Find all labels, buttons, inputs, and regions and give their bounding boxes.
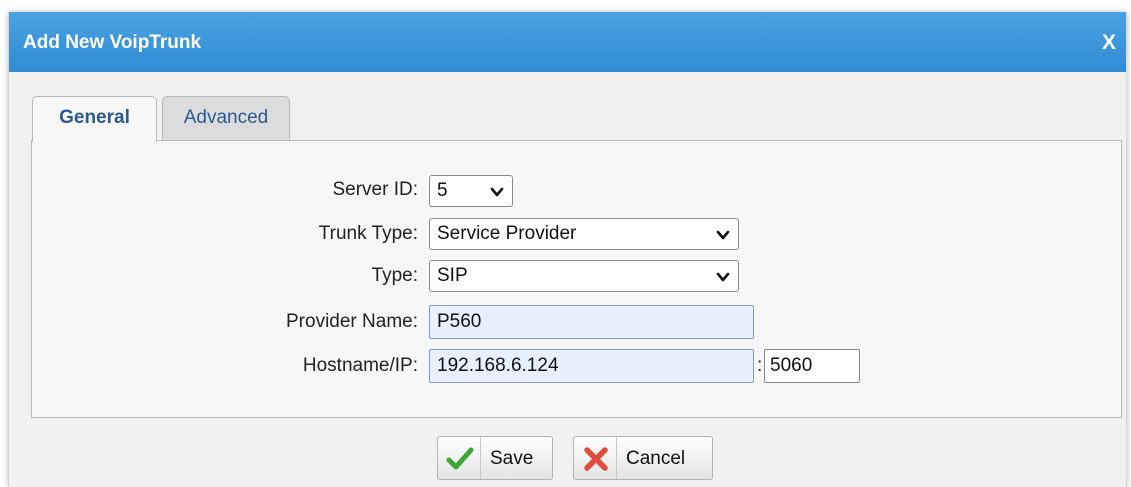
chevron-down-icon [716,272,730,282]
provider-name-label: Provider Name: [286,311,418,332]
provider-name-input[interactable]: P560 [429,305,754,339]
checkmark-icon [446,447,474,470]
close-button[interactable]: X [1102,31,1116,55]
trunk-type-value: Service Provider [437,223,577,244]
chevron-down-icon [716,230,730,240]
save-button[interactable]: Save [437,436,553,480]
tab-advanced[interactable]: Advanced [162,96,290,140]
port-input[interactable]: 5060 [764,349,860,383]
server-id-label: Server ID: [332,179,418,200]
cancel-label: Cancel [626,448,686,469]
type-select[interactable]: SIP [429,260,739,292]
tab-general[interactable]: General [32,96,157,142]
type-value: SIP [437,265,468,286]
button-divider [616,437,617,479]
dialog-titlebar[interactable]: Add New VoipTrunk X [9,12,1126,72]
trunk-type-label: Trunk Type: [318,223,418,244]
hostname-input[interactable]: 192.168.6.124 [429,349,754,383]
server-id-value: 5 [437,180,448,201]
button-divider [480,437,481,479]
server-id-select[interactable]: 5 [429,175,513,207]
dialog-title: Add New VoipTrunk [23,32,202,53]
trunk-type-select[interactable]: Service Provider [429,218,739,250]
hostname-label: Hostname/IP: [302,355,418,376]
save-label: Save [490,448,534,469]
cancel-button[interactable]: Cancel [573,436,713,480]
type-label: Type: [371,265,418,286]
port-separator: : [757,355,763,376]
add-voip-trunk-dialog: Add New VoipTrunk X General Advanced Ser… [8,12,1127,487]
x-icon [584,447,608,471]
chevron-down-icon [490,187,504,197]
